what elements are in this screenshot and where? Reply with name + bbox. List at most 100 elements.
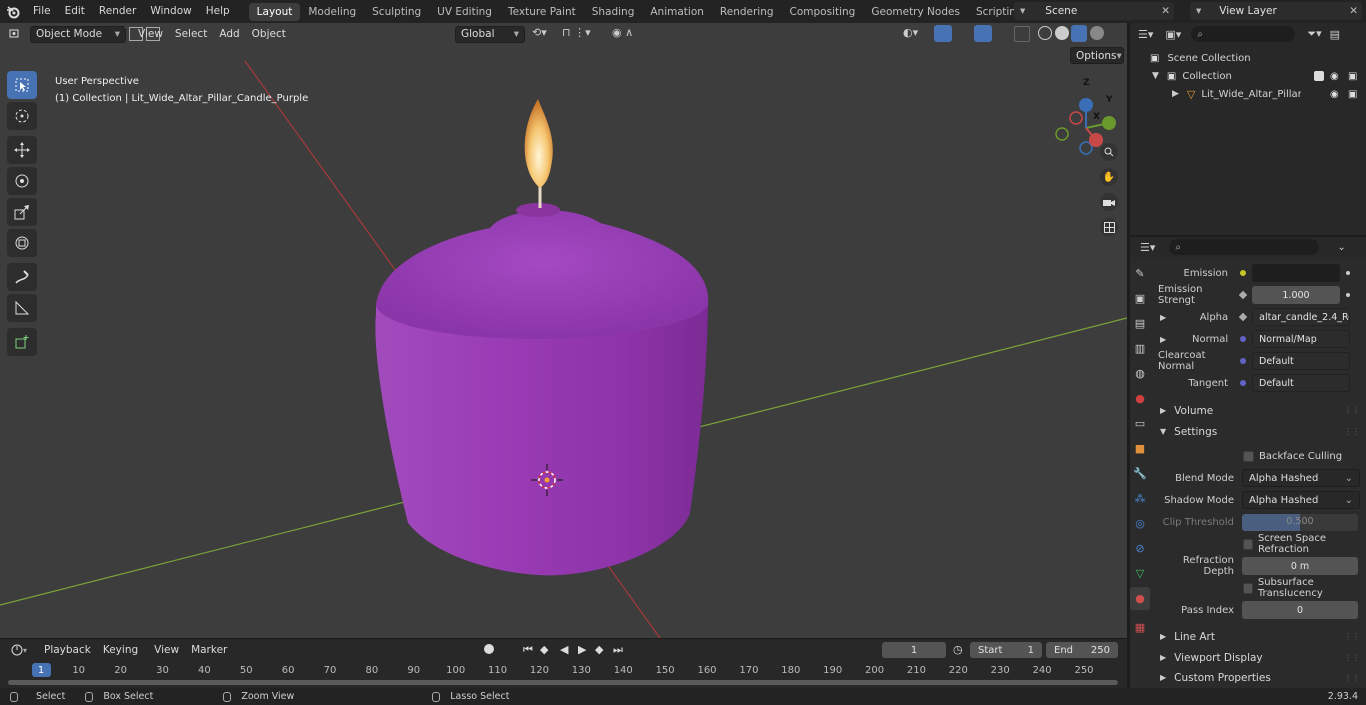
tab-modeling[interactable]: Modeling — [300, 3, 364, 21]
menu-edit[interactable]: Edit — [58, 0, 92, 23]
jump-start-icon[interactable]: ⏮ — [523, 643, 533, 657]
output-tab-icon[interactable]: ▤ — [1130, 312, 1150, 335]
drag-handle-icon[interactable]: ⋮⋮ — [1344, 653, 1360, 662]
jump-end-icon[interactable]: ⏭ — [613, 643, 623, 657]
clearcoat-normal-field[interactable]: Default — [1252, 352, 1350, 370]
menu-marker[interactable]: Marker — [185, 642, 233, 659]
camera-icon[interactable]: ▣ — [1348, 71, 1357, 82]
particles-tab-icon[interactable]: ⁂ — [1130, 487, 1150, 510]
display-mode-icon[interactable]: ▣▾ — [1165, 28, 1181, 41]
select-box-tool-icon[interactable] — [7, 71, 37, 99]
tab-layout[interactable]: Layout — [248, 2, 301, 21]
settings-panel-header[interactable]: ▼ Settings ⋮⋮ — [1152, 422, 1366, 441]
gizmo-y-label[interactable]: Y — [1106, 95, 1113, 105]
move-tool-icon[interactable] — [7, 136, 37, 164]
material-tab-icon[interactable]: ● — [1130, 587, 1150, 610]
pivot-icon[interactable]: ⟲▾ — [532, 26, 556, 42]
outliner-row-scene-collection[interactable]: ▣ Scene Collection — [1150, 49, 1251, 67]
filter-icon[interactable]: ⏷▾ — [1307, 27, 1321, 41]
viewport-display-panel-header[interactable]: ▶ Viewport Display ⋮⋮ — [1152, 648, 1366, 667]
subsurface-translucency-checkbox[interactable] — [1243, 582, 1253, 594]
drag-handle-icon[interactable]: ⋮⋮ — [1344, 427, 1360, 436]
tab-compositing[interactable]: Compositing — [782, 3, 864, 21]
socket-vector-icon[interactable] — [1240, 380, 1246, 386]
end-frame-field[interactable]: End 250 — [1046, 642, 1118, 658]
screen-space-refraction-row[interactable]: Screen Space Refraction — [1243, 533, 1366, 555]
shading-rendered-icon[interactable] — [1090, 26, 1104, 40]
menu-view[interactable]: View — [132, 26, 169, 43]
render-tab-icon[interactable]: ▣ — [1130, 287, 1150, 310]
menu-view[interactable]: View — [148, 642, 185, 659]
menu-window[interactable]: Window — [143, 0, 198, 23]
search-input[interactable]: ⌕ — [1191, 26, 1296, 42]
menu-add[interactable]: Add — [213, 26, 245, 43]
new-collection-icon[interactable]: ▤ — [1330, 28, 1340, 41]
clip-threshold-slider[interactable]: 0.500 — [1242, 513, 1358, 531]
volume-panel-header[interactable]: ▶ Volume ⋮⋮ — [1152, 401, 1366, 420]
menu-select[interactable]: Select — [169, 26, 213, 43]
socket-color-icon[interactable] — [1238, 312, 1248, 322]
rotate-tool-icon[interactable] — [7, 167, 37, 195]
editor-type-icon[interactable] — [6, 25, 26, 43]
play-icon[interactable]: ▶ — [578, 643, 586, 656]
tab-rendering[interactable]: Rendering — [712, 3, 782, 21]
snap-icon[interactable]: ⊓ ⋮▾ — [562, 26, 606, 42]
add-cube-tool-icon[interactable] — [7, 328, 37, 356]
emission-color-field[interactable] — [1252, 264, 1340, 282]
close-icon[interactable]: ✕ — [1349, 5, 1358, 17]
physics-tab-icon[interactable]: ◎ — [1130, 512, 1150, 535]
view-layer-tab-icon[interactable]: ▥ — [1130, 337, 1150, 360]
subsurface-translucency-row[interactable]: Subsurface Translucency — [1243, 577, 1366, 599]
options-button[interactable]: Options ▾ — [1070, 47, 1124, 64]
backface-culling-checkbox[interactable] — [1243, 450, 1254, 462]
menu-playback[interactable]: Playback — [38, 642, 97, 659]
annotate-tool-icon[interactable] — [7, 263, 37, 291]
eye-icon[interactable]: ◉ — [1330, 71, 1339, 82]
zoom-icon[interactable] — [1100, 143, 1118, 161]
socket-vector-icon[interactable] — [1240, 336, 1247, 342]
tab-animation[interactable]: Animation — [642, 3, 712, 21]
proportional-edit-icon[interactable]: ◉ ∧ — [612, 26, 656, 42]
keyframe-dot-icon[interactable] — [1346, 293, 1350, 297]
close-icon[interactable]: ✕ — [1161, 5, 1170, 17]
tool-tab-icon[interactable]: ✎ — [1130, 262, 1150, 285]
editor-type-icon[interactable]: ☰▾ — [1140, 241, 1155, 254]
socket-vector-icon[interactable] — [1240, 358, 1246, 364]
scale-tool-icon[interactable] — [7, 198, 37, 226]
collection-tab-icon[interactable]: ▭ — [1130, 412, 1150, 435]
chevron-right-icon[interactable]: ▶ — [1172, 89, 1179, 99]
3d-viewport[interactable]: Y Z X ✋ Object Mode ▾ View Select Add Ob… — [0, 23, 1127, 638]
overlay-toggle-icon[interactable] — [974, 25, 992, 42]
menu-render[interactable]: Render — [92, 0, 143, 23]
outliner-row-collection[interactable]: ▼ ▣ Collection ◉ ▣ — [1152, 67, 1366, 85]
xray-icon[interactable] — [1014, 26, 1030, 42]
scene-selector[interactable]: ▾ Scene ✕ — [1014, 2, 1174, 20]
mode-selector[interactable]: Object Mode ▾ — [30, 25, 126, 43]
backface-culling-row[interactable]: Backface Culling — [1243, 448, 1342, 464]
keyframe-dot-icon[interactable] — [1346, 271, 1350, 275]
transform-orientation-selector[interactable]: Global ▾ — [455, 25, 525, 43]
constraints-tab-icon[interactable]: ⊘ — [1130, 537, 1150, 560]
line-art-panel-header[interactable]: ▶ Line Art ⋮⋮ — [1152, 627, 1366, 646]
refraction-depth-field[interactable]: 0 m — [1242, 557, 1358, 575]
tab-shading[interactable]: Shading — [584, 3, 643, 21]
shading-material-icon[interactable] — [1071, 25, 1087, 42]
start-frame-field[interactable]: Start 1 — [970, 642, 1042, 658]
chevron-down-icon[interactable]: ⌄ — [1337, 242, 1345, 253]
eye-icon[interactable]: ◉ — [1330, 89, 1339, 100]
camera-view-icon[interactable] — [1100, 193, 1118, 211]
editor-type-icon[interactable]: ▾ — [6, 641, 34, 659]
custom-properties-panel-header[interactable]: ▶ Custom Properties ⋮⋮ — [1152, 668, 1366, 687]
object-tab-icon[interactable]: ■ — [1130, 437, 1150, 460]
outliner-row-object[interactable]: ▶ ▽ Lit_Wide_Altar_Pillar_Car ◉ ▣ — [1172, 85, 1366, 103]
menu-object[interactable]: Object — [246, 26, 292, 43]
search-input[interactable]: ⌕ — [1169, 239, 1320, 255]
cursor-tool-icon[interactable] — [7, 102, 37, 130]
timeline-editor[interactable]: ▾ Playback Keying View Marker ⏮ ◆ ◀ ▶ ◆ … — [0, 638, 1127, 688]
socket-value-icon[interactable] — [1238, 290, 1248, 300]
jump-keyframe-forward-icon[interactable]: ◆ — [595, 643, 603, 656]
normal-link-field[interactable]: Normal/Map — [1252, 330, 1351, 348]
gizmo-z-label[interactable]: Z — [1083, 78, 1090, 88]
measure-tool-icon[interactable] — [7, 294, 37, 322]
socket-color-icon[interactable] — [1240, 270, 1246, 276]
